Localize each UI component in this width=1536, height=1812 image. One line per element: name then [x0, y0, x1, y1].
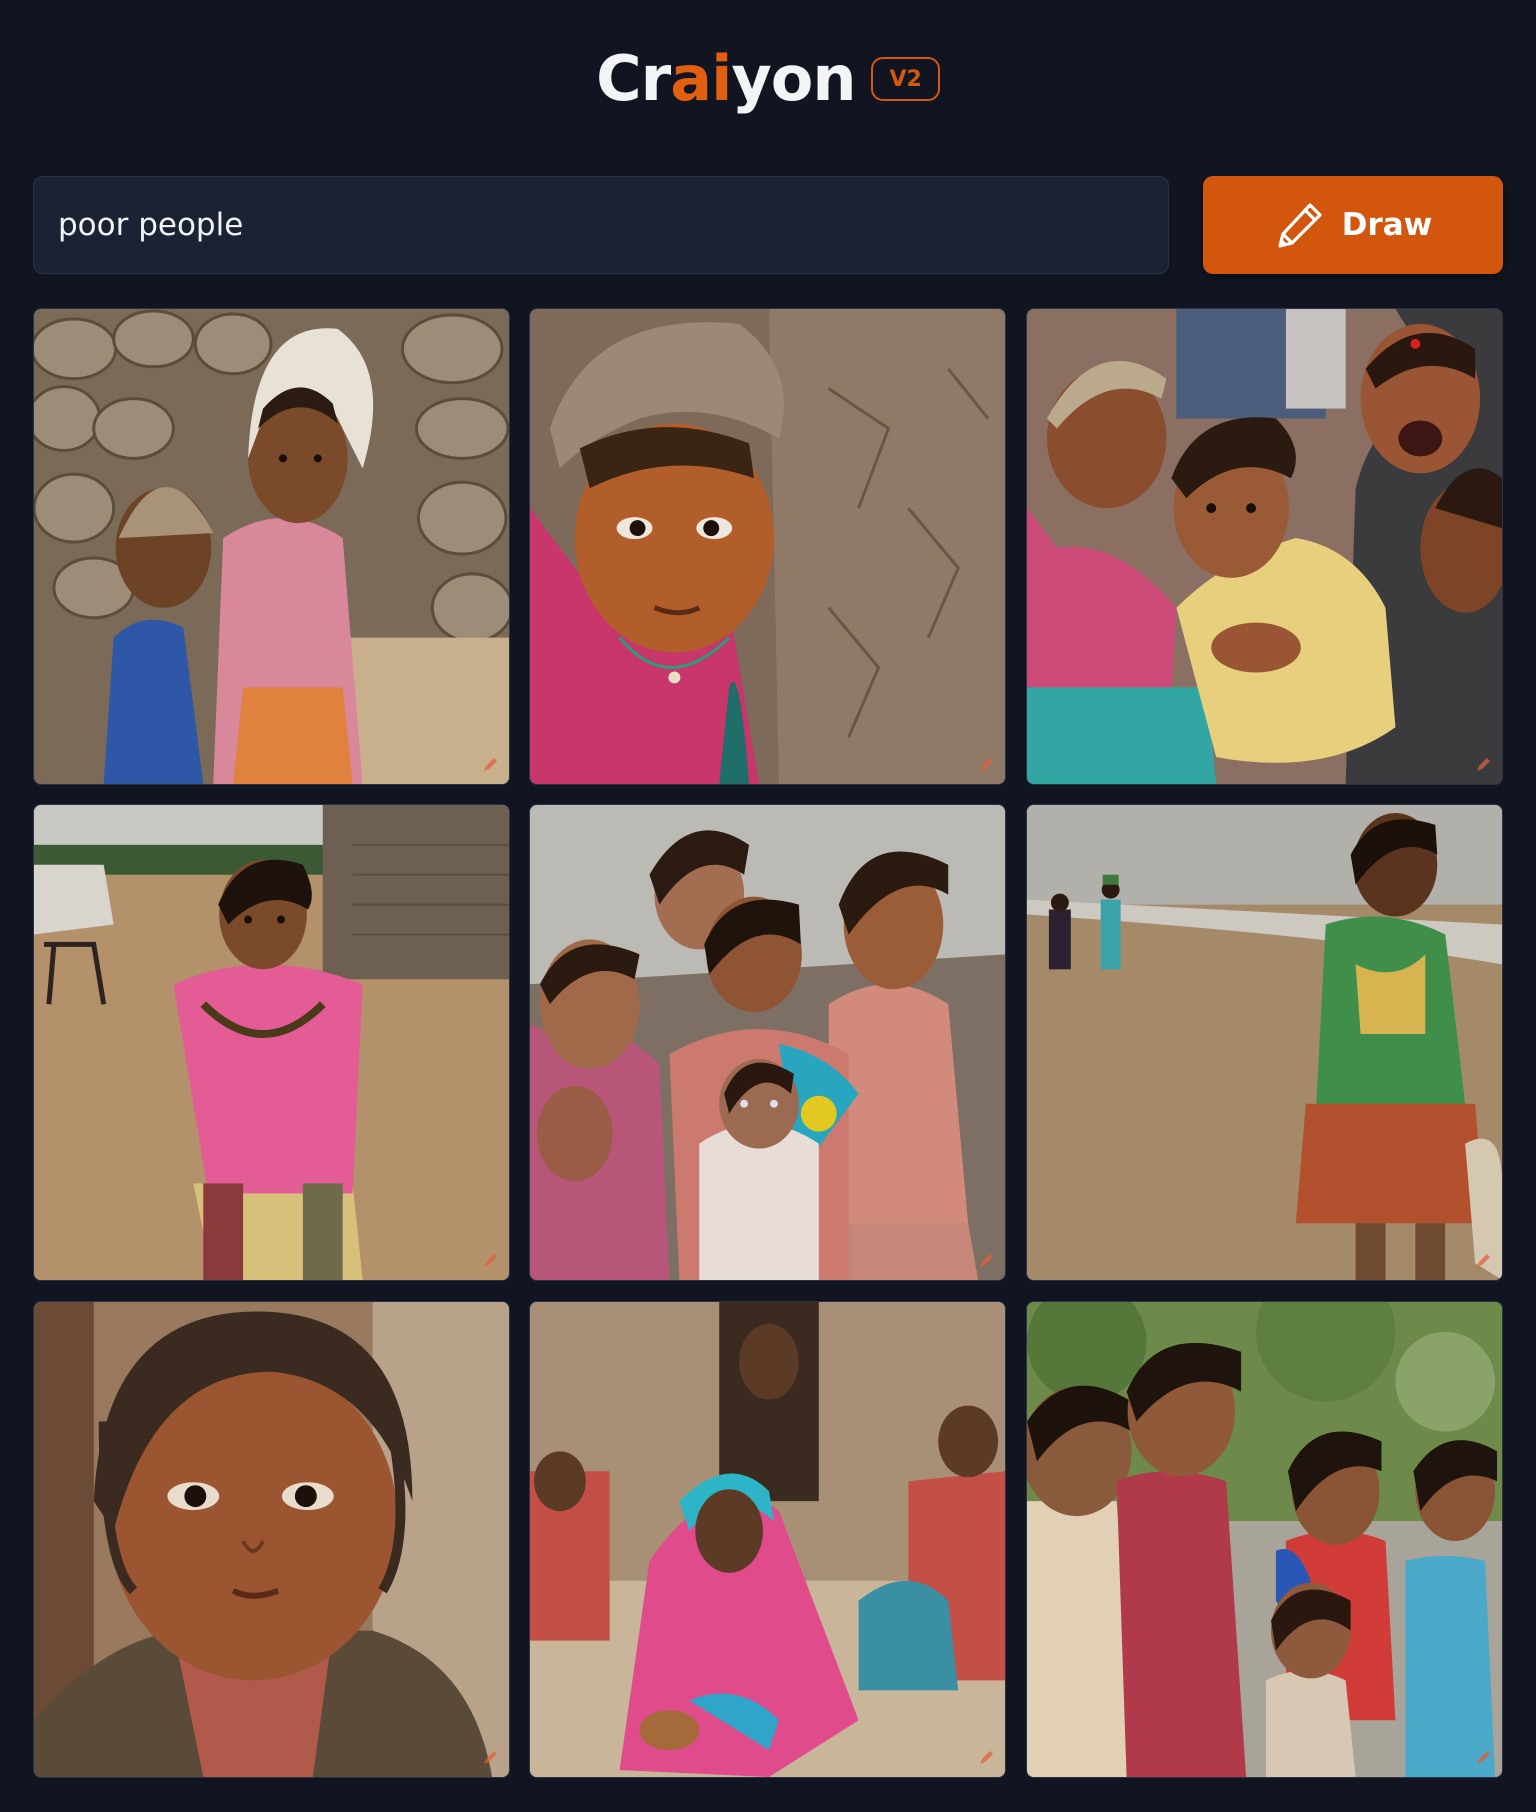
draw-button[interactable]: Draw — [1203, 176, 1503, 274]
craiyon-watermark-icon — [1477, 1751, 1490, 1764]
result-image-7[interactable] — [33, 1301, 510, 1778]
result-image-2[interactable] — [529, 308, 1006, 785]
search-row: Draw — [33, 176, 1503, 276]
craiyon-logo[interactable]: Craiyon V2 — [596, 48, 940, 110]
header: Craiyon V2 — [0, 0, 1536, 160]
version-badge: V2 — [871, 57, 940, 101]
result-image-8[interactable] — [529, 1301, 1006, 1778]
result-image-6[interactable] — [1026, 804, 1503, 1281]
draw-button-label: Draw — [1341, 207, 1433, 243]
craiyon-watermark-icon — [1477, 758, 1490, 771]
result-image-1[interactable] — [33, 308, 510, 785]
craiyon-watermark-icon — [1477, 1254, 1490, 1267]
result-image-3[interactable] — [1026, 308, 1503, 785]
result-image-4[interactable] — [33, 804, 510, 1281]
result-image-5[interactable] — [529, 804, 1006, 1281]
craiyon-watermark-icon — [980, 758, 993, 771]
result-image-9[interactable] — [1026, 1301, 1503, 1778]
prompt-input[interactable] — [33, 176, 1169, 274]
pencil-icon — [1278, 203, 1322, 248]
results-grid — [33, 308, 1503, 1778]
craiyon-watermark-icon — [980, 1751, 993, 1764]
craiyon-watermark-icon — [484, 1751, 497, 1764]
craiyon-watermark-icon — [484, 758, 497, 771]
logo-text: Craiyon — [596, 42, 856, 115]
craiyon-watermark-icon — [980, 1254, 993, 1267]
craiyon-watermark-icon — [484, 1254, 497, 1267]
